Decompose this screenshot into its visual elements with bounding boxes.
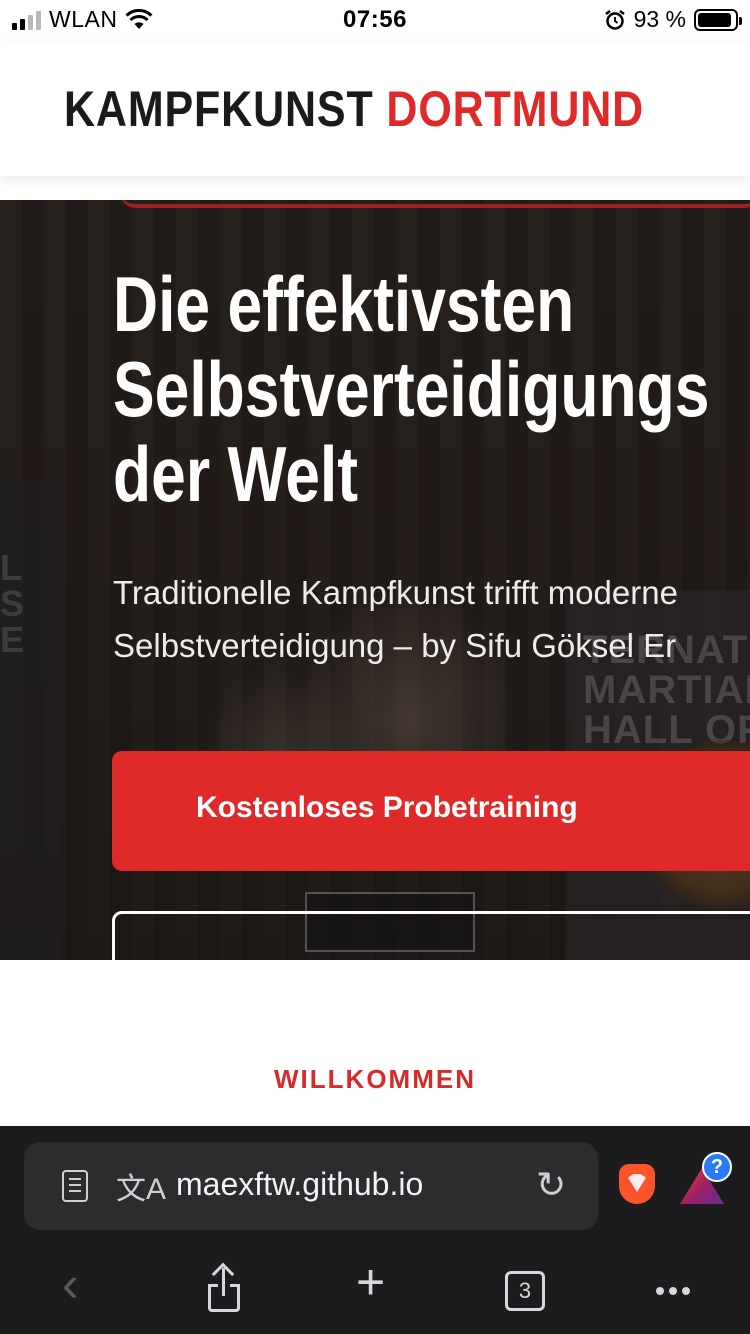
site-logo[interactable]: KAMPFKUNST DORTMUND (64, 80, 644, 138)
browser-bottom-bar: 文A maexftw.github.io ↻ ? ‹ + 3 (0, 1126, 750, 1334)
address-bar[interactable]: 文A maexftw.github.io ↻ (24, 1142, 598, 1230)
share-icon[interactable] (206, 1262, 242, 1312)
more-menu-icon[interactable] (656, 1287, 690, 1295)
battery-percent: 93 % (633, 6, 686, 32)
brave-rewards-icon[interactable]: ? (680, 1152, 732, 1204)
reader-mode-icon[interactable] (62, 1170, 88, 1202)
back-icon[interactable]: ‹ (62, 1259, 79, 1309)
hero-subtitle: Traditionelle Kampfkunst trifft moderne … (113, 566, 750, 672)
url-text[interactable]: maexftw.github.io (176, 1166, 423, 1203)
hero-subtitle-line: Traditionelle Kampfkunst trifft moderne (113, 574, 678, 611)
alarm-icon (604, 9, 625, 30)
welcome-section: WILLKOMMEN (0, 960, 750, 1126)
brand-name-part1: KAMPFKUNST (64, 81, 374, 137)
brave-shields-icon[interactable] (619, 1164, 655, 1204)
translate-icon[interactable]: 文A (116, 1164, 166, 1208)
welcome-label: WILLKOMMEN (274, 1064, 476, 1094)
rewards-badge: ? (702, 1152, 732, 1182)
hero-title-line: Die effektivsten (113, 260, 575, 348)
status-bar: WLAN 07:56 93 % (0, 0, 750, 42)
reload-icon[interactable]: ↻ (536, 1164, 566, 1206)
site-header: KAMPFKUNST DORTMUND (0, 42, 750, 176)
free-trial-button[interactable]: Kostenloses Probetraining (112, 751, 750, 871)
hero-title-line: Selbstverteidigungs (113, 345, 710, 433)
battery-icon (694, 8, 742, 31)
free-trial-button-label: Kostenloses Probetraining (196, 791, 578, 824)
browser-toolbar: ‹ + 3 (0, 1256, 750, 1326)
hero-subtitle-line: Selbstverteidigung – by Sifu Göksel Er (113, 627, 677, 664)
brand-name-part2: DORTMUND (386, 81, 645, 137)
status-right: 93 % (604, 6, 742, 33)
hero-title: Die effektivsten Selbstverteidigungs der… (113, 260, 710, 518)
hero-title-line: der Welt (113, 430, 359, 518)
tabs-button[interactable]: 3 (505, 1271, 545, 1311)
new-tab-icon[interactable]: + (356, 1257, 385, 1307)
